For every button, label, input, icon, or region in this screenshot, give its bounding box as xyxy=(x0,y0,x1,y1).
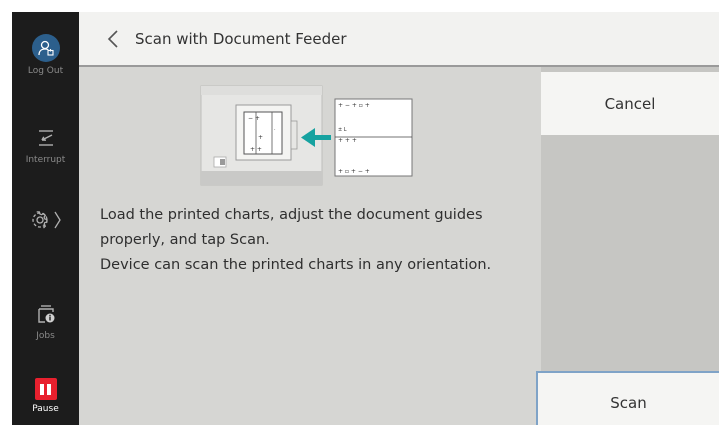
settings-button[interactable] xyxy=(12,208,79,232)
logout-button[interactable]: Log Out xyxy=(12,34,79,76)
interrupt-button[interactable]: Interrupt xyxy=(12,127,79,165)
pause-button[interactable]: Pause xyxy=(12,378,79,414)
title-bar: Scan with Document Feeder xyxy=(79,12,719,67)
svg-text:+ ▫ + − +: + ▫ + − + xyxy=(338,168,370,175)
gear-icon xyxy=(31,211,61,229)
main-content: − + + · + + + − + ▫ + + + + ± L + ▫ + − … xyxy=(79,67,541,425)
action-panel: Cancel Scan xyxy=(536,67,719,425)
instruction-line-2: Device can scan the printed charts in an… xyxy=(100,257,492,273)
page-title: Scan with Document Feeder xyxy=(135,29,347,48)
svg-text:+ + +: + + + xyxy=(338,137,357,144)
scan-button[interactable]: Scan xyxy=(536,371,719,425)
svg-text:± L: ± L xyxy=(338,127,347,133)
interrupt-icon xyxy=(38,130,53,146)
sidebar: Log Out Interrupt Jobs Pause xyxy=(12,12,79,425)
jobs-icon xyxy=(37,305,54,323)
pause-icon xyxy=(34,378,57,400)
instructions-text: Load the printed charts, adjust the docu… xyxy=(100,203,530,278)
svg-text:− +: − + xyxy=(248,115,260,122)
interrupt-label: Interrupt xyxy=(25,155,66,165)
jobs-label: Jobs xyxy=(36,331,55,341)
document-feeder-illustration: − + + · + + + − + ▫ + + + + ± L + ▫ + − … xyxy=(200,85,413,186)
back-button[interactable] xyxy=(93,19,133,59)
logout-label: Log Out xyxy=(27,66,64,76)
pause-label: Pause xyxy=(32,404,59,414)
jobs-button[interactable]: Jobs xyxy=(12,303,79,341)
svg-text:+ +: + + xyxy=(250,146,262,153)
instruction-line-1: Load the printed charts, adjust the docu… xyxy=(100,207,483,248)
user-icon xyxy=(31,34,60,62)
svg-text:+ − + ▫ +: + − + ▫ + xyxy=(338,102,370,109)
svg-text:+: + xyxy=(258,134,263,141)
chevron-left-icon xyxy=(107,29,118,48)
cancel-button[interactable]: Cancel xyxy=(541,72,719,135)
